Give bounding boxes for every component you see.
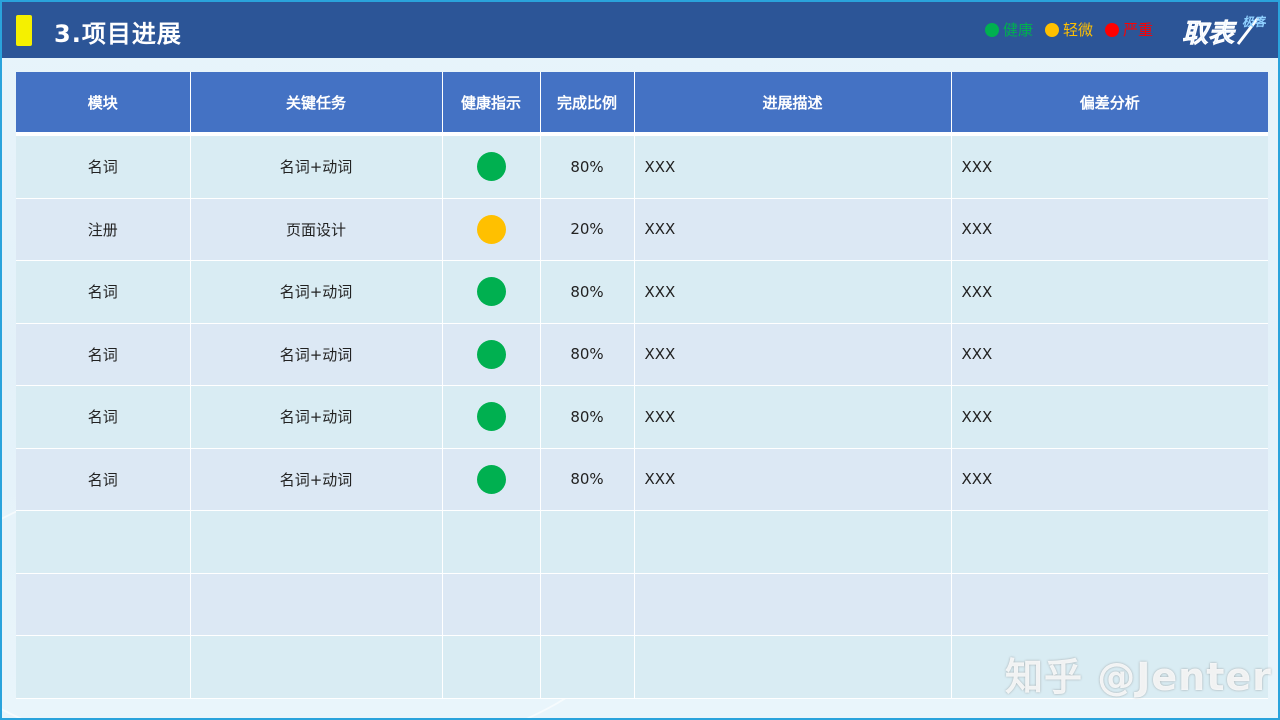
- cell-analysis: XXX: [951, 385, 1268, 449]
- cell-task: 名词+动词: [190, 260, 443, 324]
- cell-task: 名词+动词: [190, 385, 443, 449]
- cell-module: 名词: [16, 323, 191, 386]
- cell-task: [190, 635, 443, 699]
- cell-health: [442, 510, 541, 574]
- cell-health: [442, 573, 541, 636]
- cell-task: 名词+动词: [190, 448, 443, 511]
- cell-module: 名词: [16, 134, 191, 199]
- cell-percent: [540, 510, 635, 574]
- cell-health: [442, 448, 541, 511]
- cell-analysis: XXX: [951, 198, 1268, 261]
- legend-dot-green: [985, 22, 999, 37]
- health-status-dot: [476, 277, 506, 307]
- brand-logo: 取表 极客: [1182, 15, 1266, 49]
- column-header-module: 模块: [16, 72, 191, 136]
- cell-percent: 80%: [540, 323, 635, 386]
- health-status-dot: [476, 339, 506, 369]
- cell-analysis: XXX: [951, 448, 1268, 511]
- legend-label: 轻微: [1063, 21, 1094, 39]
- legend-item-severe: 严重: [1105, 19, 1153, 40]
- cell-analysis: XXX: [951, 260, 1268, 324]
- logo-main-text: 取表: [1182, 19, 1237, 49]
- table-row: [16, 573, 1268, 636]
- cell-description: [634, 573, 952, 636]
- cell-analysis: XXX: [951, 323, 1268, 386]
- health-status-dot: [476, 152, 506, 182]
- cell-health: [442, 635, 541, 699]
- cell-analysis: XXX: [951, 134, 1268, 199]
- legend-dot-red: [1105, 22, 1120, 37]
- cell-health: [442, 323, 541, 386]
- cell-health: [442, 134, 541, 199]
- cell-module: [16, 510, 191, 574]
- column-header-health: 健康指示: [442, 72, 541, 136]
- cell-task: 页面设计: [190, 198, 443, 261]
- cell-percent: 80%: [540, 260, 635, 324]
- table-body: 名词 名词+动词 80% XXX XXX 注册 页面设计 20% XXX XXX 名词 名词+动词 80…: [16, 134, 1268, 699]
- cell-module: [16, 573, 191, 636]
- cell-task: [190, 510, 443, 574]
- legend-item-healthy: 健康: [985, 19, 1033, 40]
- column-header-task: 关键任务: [190, 72, 443, 136]
- title-bar: 3.项目进展 健康 轻微 严重 取表 极客: [2, 2, 1278, 58]
- cell-module: [16, 635, 191, 699]
- progress-table: 模块 关键任务 健康指示 完成比例 进展描述 偏差分析 名词 名词+动词 80% XX…: [16, 72, 1268, 699]
- table-row: 名词 名词+动词 80% XXX XXX: [16, 260, 1268, 324]
- cell-health: [442, 198, 541, 261]
- cell-description: XXX: [634, 260, 952, 324]
- cell-module: 名词: [16, 260, 191, 324]
- health-status-dot: [476, 464, 506, 494]
- cell-percent: 20%: [540, 198, 635, 261]
- cell-percent: 80%: [540, 134, 635, 199]
- cell-task: [190, 573, 443, 636]
- cell-percent: 80%: [540, 448, 635, 511]
- legend-dot-yellow: [1045, 22, 1060, 37]
- cell-analysis: [951, 510, 1268, 574]
- table-row: 名词 名词+动词 80% XXX XXX: [16, 385, 1268, 449]
- cell-task: 名词+动词: [190, 134, 443, 199]
- cell-health: [442, 385, 541, 449]
- cell-description: XXX: [634, 134, 952, 199]
- column-header-analysis: 偏差分析: [951, 72, 1268, 136]
- table-row: [16, 510, 1268, 574]
- cell-module: 注册: [16, 198, 191, 261]
- cell-description: [634, 510, 952, 574]
- cell-description: XXX: [634, 448, 952, 511]
- health-status-dot: [476, 214, 506, 244]
- cell-percent: [540, 573, 635, 636]
- cell-description: XXX: [634, 323, 952, 386]
- cell-health: [442, 260, 541, 324]
- watermark: 知乎 @Jenter: [1005, 655, 1272, 699]
- progress-table-container: 模块 关键任务 健康指示 完成比例 进展描述 偏差分析 名词 名词+动词 80% XX…: [16, 72, 1268, 700]
- cell-description: XXX: [634, 198, 952, 261]
- health-status-dot: [476, 402, 506, 432]
- cell-description: XXX: [634, 385, 952, 449]
- slide: 3.项目进展 健康 轻微 严重 取表 极客 模块 关键任务 健康指示 完成比例 …: [0, 0, 1280, 720]
- cell-percent: 80%: [540, 385, 635, 449]
- cell-task: 名词+动词: [190, 323, 443, 386]
- cell-module: 名词: [16, 385, 191, 449]
- cell-description: [634, 635, 952, 699]
- table-row: 注册 页面设计 20% XXX XXX: [16, 198, 1268, 261]
- column-header-description: 进展描述: [634, 72, 952, 136]
- cell-analysis: [951, 573, 1268, 636]
- column-header-percent: 完成比例: [540, 72, 635, 136]
- legend-label: 健康: [1003, 21, 1034, 39]
- status-legend: 健康 轻微 严重: [985, 19, 1153, 40]
- table-row: 名词 名词+动词 80% XXX XXX: [16, 448, 1268, 511]
- cell-percent: [540, 635, 635, 699]
- title-marker: [16, 15, 32, 46]
- logo-badge-text: 极客: [1242, 15, 1266, 29]
- table-header-row: 模块 关键任务 健康指示 完成比例 进展描述 偏差分析: [16, 72, 1268, 136]
- page-title: 3.项目进展: [54, 20, 182, 48]
- table-row: 名词 名词+动词 80% XXX XXX: [16, 323, 1268, 386]
- legend-label: 严重: [1123, 21, 1154, 39]
- cell-module: 名词: [16, 448, 191, 511]
- legend-item-minor: 轻微: [1045, 19, 1093, 40]
- table-row: 名词 名词+动词 80% XXX XXX: [16, 134, 1268, 199]
